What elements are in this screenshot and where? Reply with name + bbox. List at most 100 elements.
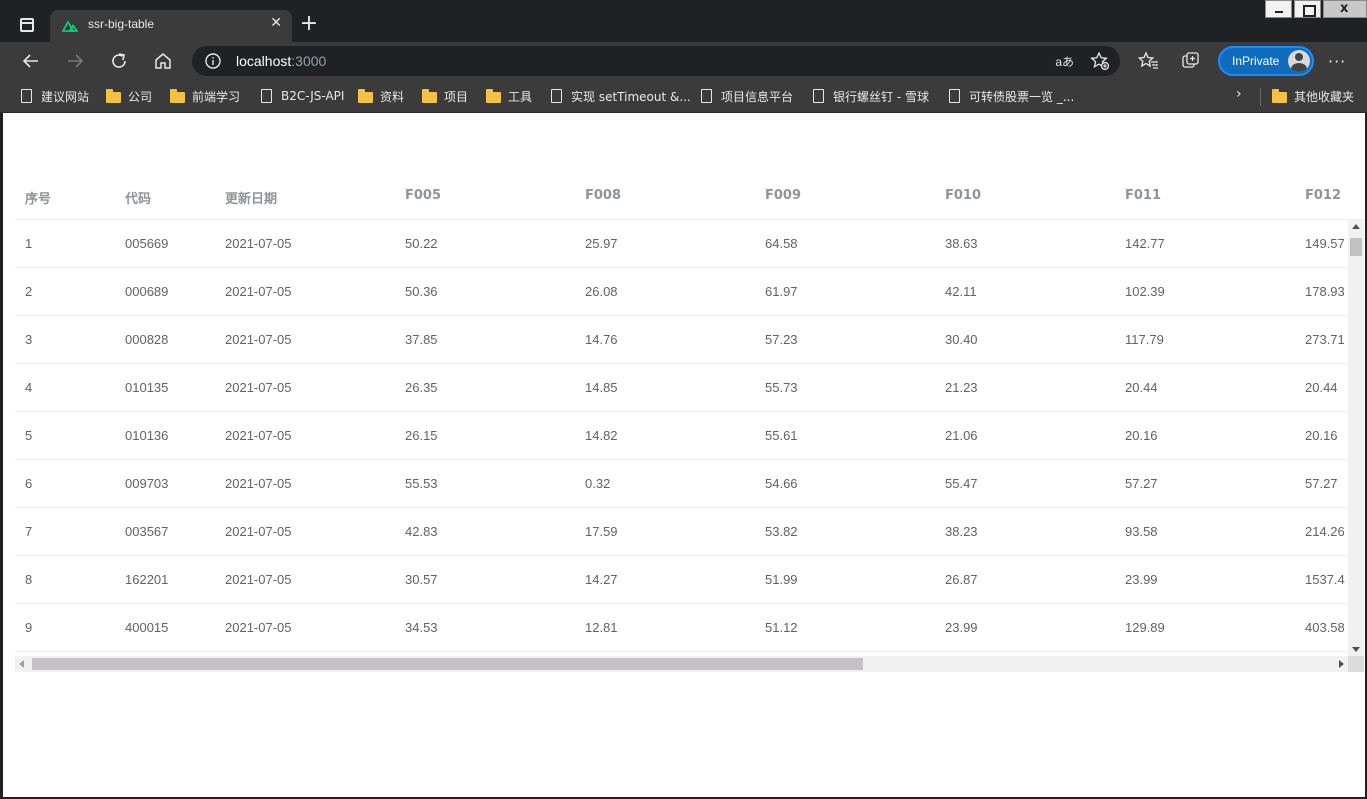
- column-header[interactable]: 序号: [25, 188, 51, 207]
- table-row[interactable]: 3 000828 2021-07-05 37.85 14.76 57.23 30…: [15, 316, 1348, 364]
- table-cell: 30.40: [945, 332, 978, 347]
- favorites-button[interactable]: [1134, 46, 1164, 76]
- window-close-button[interactable]: x: [1323, 0, 1367, 18]
- inprivate-button[interactable]: InPrivate: [1218, 46, 1314, 76]
- table-cell: 55.53: [405, 476, 438, 491]
- folder-icon: [486, 88, 501, 103]
- column-header[interactable]: F008: [585, 188, 621, 203]
- folder-icon: [106, 88, 121, 103]
- table-cell: 1: [25, 236, 33, 251]
- tab-title: ssr-big-table: [88, 17, 155, 31]
- tab-close-icon[interactable]: ✕: [270, 15, 282, 31]
- table-row[interactable]: 2 000689 2021-07-05 50.36 26.08 61.97 42…: [15, 268, 1348, 316]
- table-cell: 14.82: [585, 428, 618, 443]
- vertical-scrollbar[interactable]: [1348, 220, 1364, 656]
- table-row[interactable]: 6 009703 2021-07-05 55.53 0.32 54.66 55.…: [15, 460, 1348, 508]
- bookmark-item[interactable]: 工具: [486, 86, 532, 106]
- collections-button[interactable]: [1176, 46, 1206, 76]
- url-text[interactable]: localhost:3000: [236, 53, 326, 69]
- bookmark-item[interactable]: 银行螺丝钉 - 雪球: [812, 86, 929, 106]
- maximize-button[interactable]: [1294, 0, 1321, 18]
- table-cell: 57.23: [765, 332, 798, 347]
- table-cell: 1537.4: [1305, 572, 1345, 587]
- bookmark-item[interactable]: 资料: [358, 86, 404, 106]
- table-cell: 50.36: [405, 284, 438, 299]
- column-header[interactable]: 代码: [125, 188, 151, 207]
- table-row[interactable]: 8 162201 2021-07-05 30.57 14.27 51.99 26…: [15, 556, 1348, 604]
- table-cell: 5: [25, 428, 33, 443]
- back-button[interactable]: [16, 46, 46, 76]
- address-bar[interactable]: localhost:3000 aあ: [192, 46, 1120, 76]
- bookmark-item[interactable]: B2C-JS-API: [260, 86, 344, 106]
- bookmark-item[interactable]: 公司: [106, 86, 152, 106]
- table-cell: 26.87: [945, 572, 978, 587]
- minimize-button[interactable]: [1265, 0, 1292, 18]
- horizontal-scrollbar-thumb[interactable]: [32, 658, 863, 670]
- table-cell: 2021-07-05: [225, 332, 292, 347]
- bookmark-item[interactable]: 建议网站: [20, 86, 89, 106]
- column-header[interactable]: F009: [765, 188, 801, 203]
- column-header[interactable]: F011: [1125, 188, 1161, 203]
- window-controls: x: [1263, 0, 1367, 20]
- column-header[interactable]: F010: [945, 188, 981, 203]
- bookmark-label: 建议网站: [41, 89, 90, 104]
- table-row[interactable]: 1 005669 2021-07-05 50.22 25.97 64.58 38…: [15, 220, 1348, 268]
- scroll-right-icon[interactable]: [1339, 660, 1344, 668]
- tab-actions-button[interactable]: [8, 10, 48, 42]
- column-header[interactable]: F005: [405, 188, 441, 203]
- table-cell: 23.99: [945, 620, 978, 635]
- page-icon: [261, 89, 272, 103]
- bookmark-item[interactable]: 实现 setTimeout &...: [550, 86, 691, 106]
- new-tab-button[interactable]: +: [296, 12, 322, 38]
- forward-button[interactable]: [60, 46, 90, 76]
- folder-icon: [422, 88, 437, 103]
- scroll-down-icon[interactable]: [1352, 647, 1360, 652]
- info-icon[interactable]: [204, 52, 222, 74]
- scroll-up-icon[interactable]: [1352, 224, 1360, 229]
- table-cell: 12.81: [585, 620, 618, 635]
- table-cell: 2021-07-05: [225, 524, 292, 539]
- bookmark-item[interactable]: 项目: [422, 86, 468, 106]
- scroll-left-icon[interactable]: [19, 660, 24, 668]
- other-bookmarks-folder[interactable]: 其他收藏夹: [1272, 86, 1354, 106]
- bookmark-item[interactable]: 可转债股票一览 _...: [948, 86, 1074, 106]
- table-cell: 214.26: [1305, 524, 1345, 539]
- table-cell: 2021-07-05: [225, 380, 292, 395]
- table-cell: 2021-07-05: [225, 620, 292, 635]
- tab-active[interactable]: ssr-big-table ✕: [50, 10, 292, 42]
- more-options-icon[interactable]: ···: [1328, 52, 1346, 71]
- column-header[interactable]: 更新日期: [225, 188, 277, 207]
- table-row[interactable]: 9 400015 2021-07-05 34.53 12.81 51.12 23…: [15, 604, 1348, 652]
- chevron-right-icon[interactable]: ›: [1236, 86, 1242, 102]
- refresh-icon: [112, 53, 126, 68]
- table-cell: 6: [25, 476, 33, 491]
- arrow-left-icon: [22, 54, 38, 68]
- bookmark-label: B2C-JS-API: [281, 89, 345, 103]
- bookmark-label: 前端学习: [192, 89, 241, 104]
- bookmark-item[interactable]: 项目信息平台: [700, 86, 793, 106]
- table-cell: 005669: [125, 236, 169, 251]
- table-cell: 7: [25, 524, 33, 539]
- table-row[interactable]: 4 010135 2021-07-05 26.35 14.85 55.73 21…: [15, 364, 1348, 412]
- table-cell: 57.27: [1125, 476, 1158, 491]
- bookmark-item[interactable]: 前端学习: [170, 86, 240, 106]
- column-header[interactable]: F012: [1305, 188, 1341, 203]
- folder-icon: [170, 88, 185, 103]
- vertical-scrollbar-thumb[interactable]: [1350, 238, 1362, 256]
- table-cell: 000828: [125, 332, 169, 347]
- bookmark-label: 项目信息平台: [721, 89, 794, 104]
- table-cell: 14.76: [585, 332, 618, 347]
- table-row[interactable]: 5 010136 2021-07-05 26.15 14.82 55.61 21…: [15, 412, 1348, 460]
- table-cell: 25.97: [585, 236, 618, 251]
- home-button[interactable]: [148, 46, 178, 76]
- add-favorite-icon[interactable]: [1090, 51, 1110, 75]
- table-cell: 2: [25, 284, 33, 299]
- refresh-button[interactable]: [104, 46, 134, 76]
- table-cell: 34.53: [405, 620, 438, 635]
- table-cell: 142.77: [1125, 236, 1165, 251]
- table-row[interactable]: 7 003567 2021-07-05 42.83 17.59 53.82 38…: [15, 508, 1348, 556]
- horizontal-scrollbar[interactable]: [15, 656, 1348, 672]
- table-cell: 26.08: [585, 284, 618, 299]
- table-cell: 273.71: [1305, 332, 1345, 347]
- read-aloud-button[interactable]: aあ: [1055, 53, 1074, 70]
